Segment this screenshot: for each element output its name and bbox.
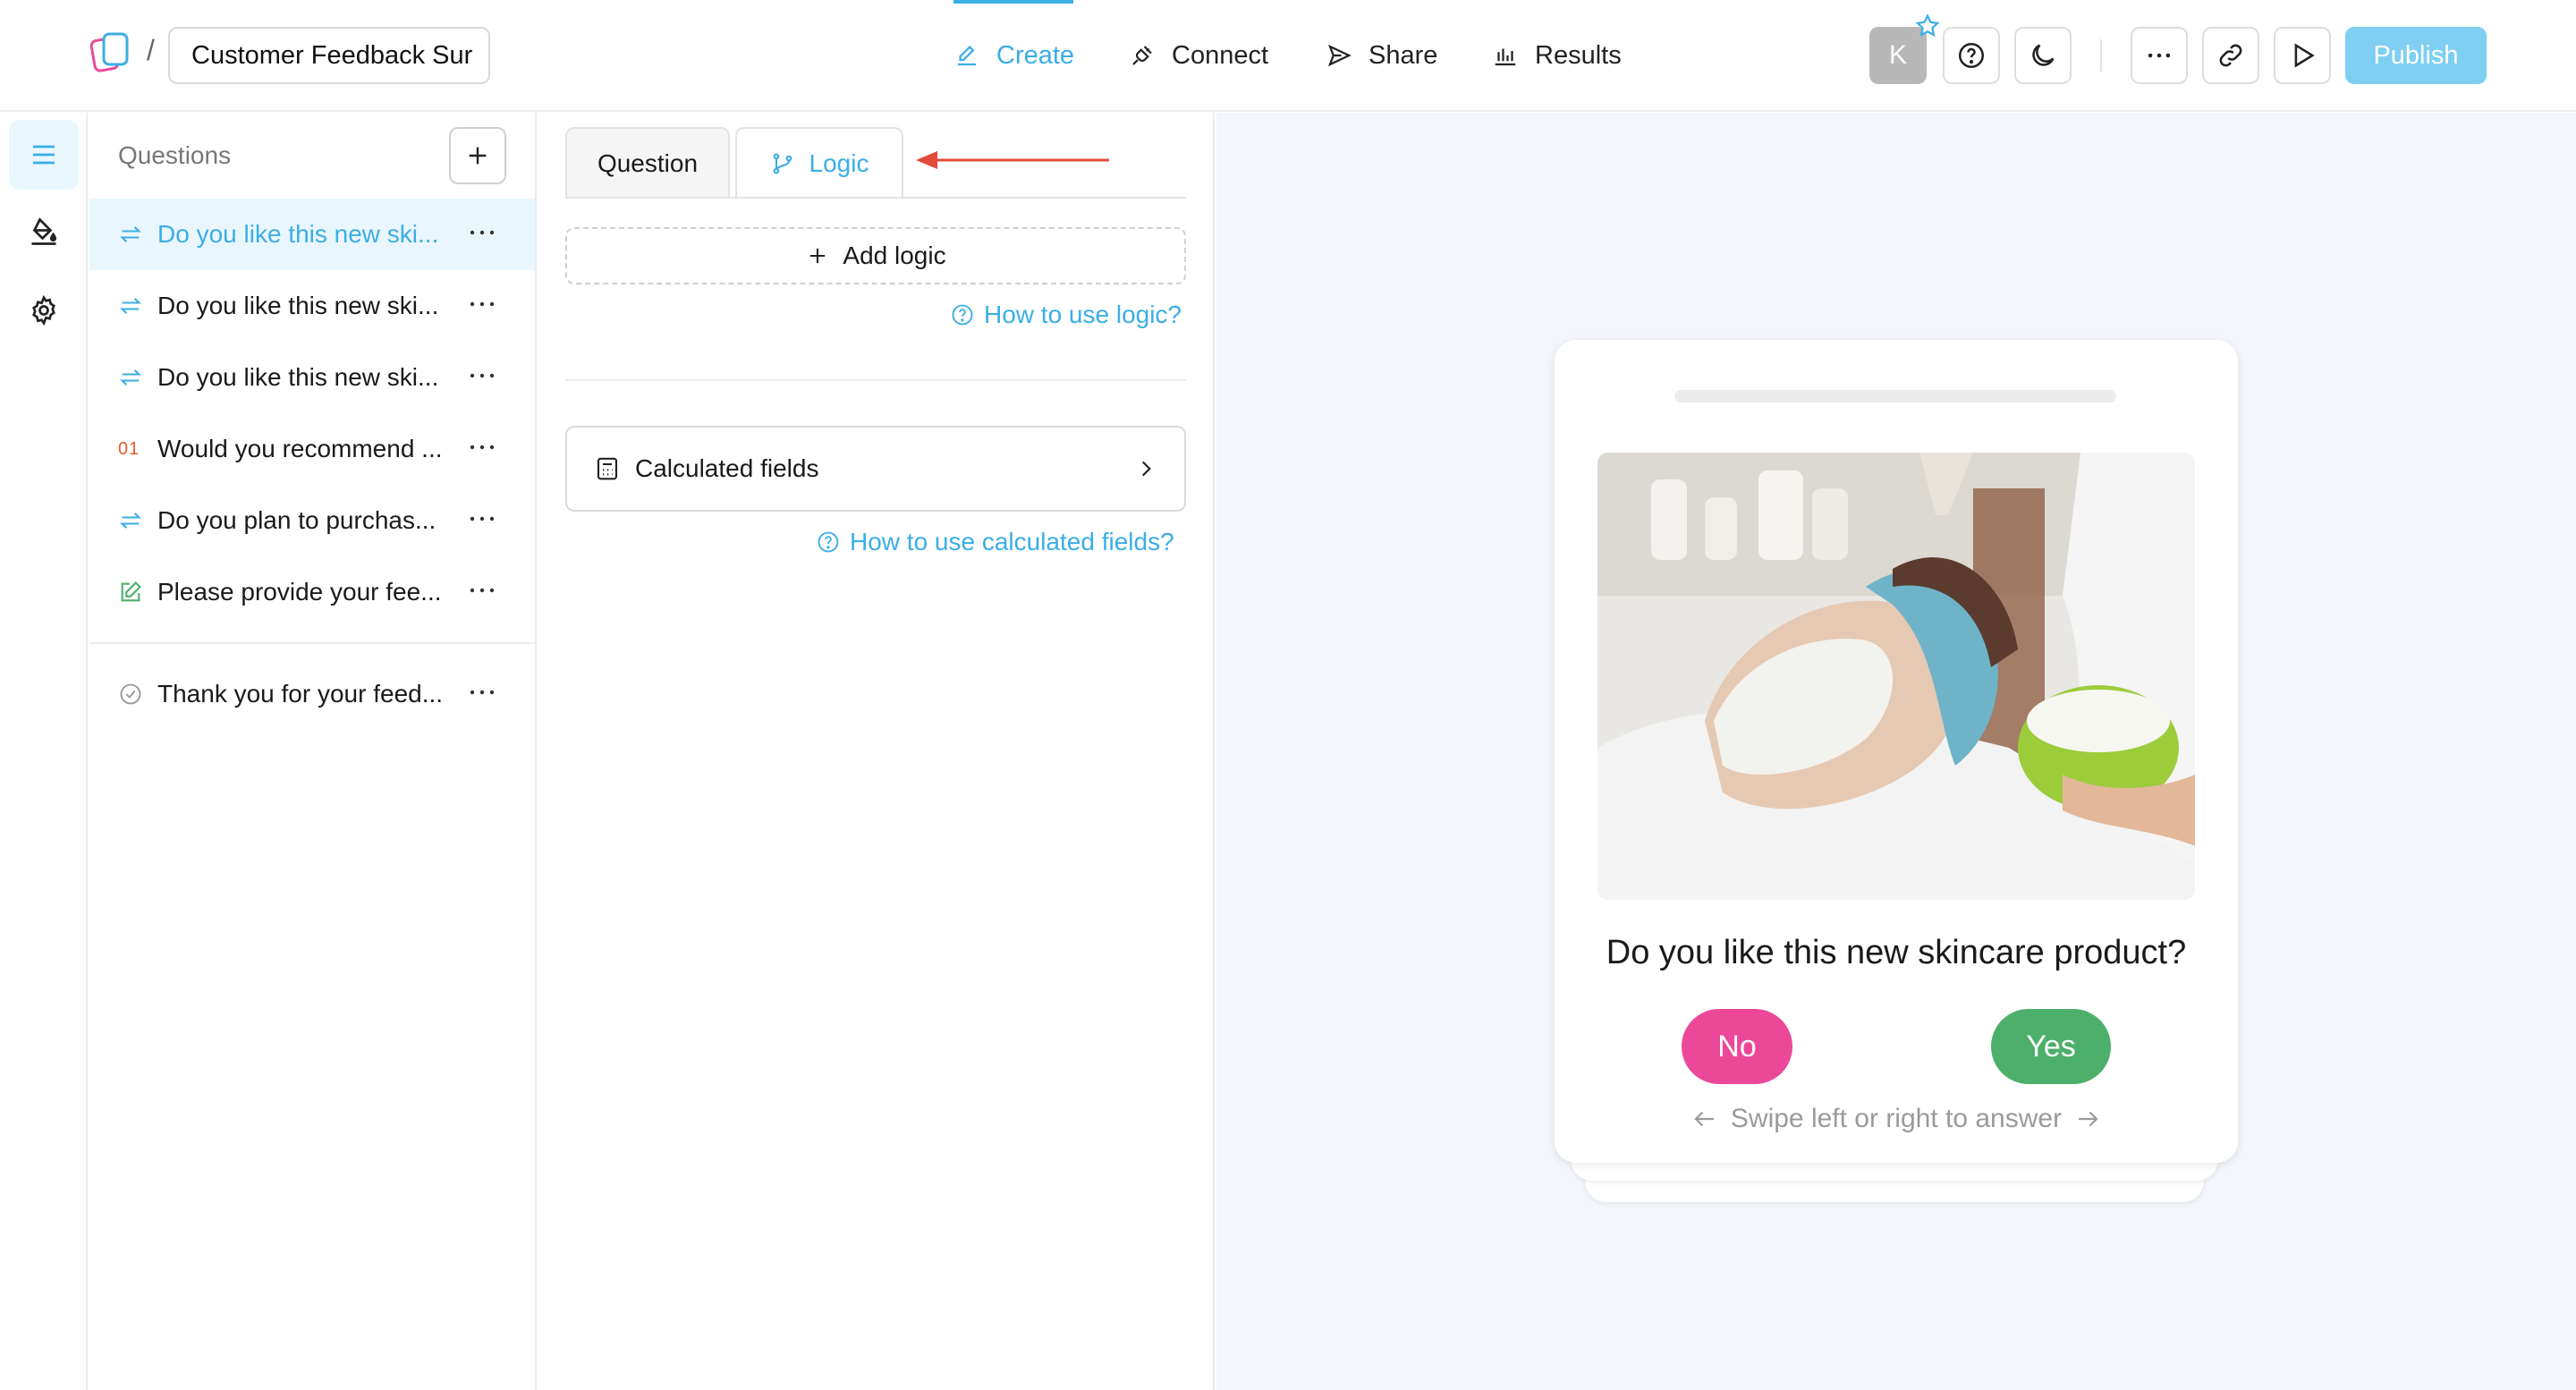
tab-share[interactable]: Share xyxy=(1326,23,1437,88)
questions-divider xyxy=(89,642,537,644)
tab-share-label: Share xyxy=(1368,40,1438,70)
plus-icon xyxy=(469,147,487,165)
question-item-label: Do you like this new ski... xyxy=(157,363,439,391)
plus-icon xyxy=(810,248,826,264)
plug-icon xyxy=(1132,46,1152,65)
menu-icon xyxy=(33,145,55,165)
tab-logic[interactable]: Logic xyxy=(735,127,903,199)
app-logo-icon[interactable] xyxy=(88,30,134,77)
calculated-fields-button[interactable]: Calculated fields xyxy=(565,426,1186,512)
question-circle-icon xyxy=(952,304,973,326)
more-horizontal-icon xyxy=(2148,53,2171,58)
tab-create-label: Create xyxy=(996,40,1075,70)
number-icon: 01 xyxy=(118,438,140,459)
tab-create[interactable]: Create xyxy=(953,23,1074,88)
question-item-label: Do you like this new ski... xyxy=(157,220,439,248)
toolbar-divider xyxy=(2100,39,2102,72)
calculator-icon xyxy=(597,457,618,480)
moon-icon xyxy=(2032,44,2055,66)
swipe-hint-label: Swipe left or right to answer xyxy=(1730,1104,2063,1133)
preview-play-button[interactable] xyxy=(2274,27,2331,84)
question-circle-icon xyxy=(1958,42,1985,69)
preview-question-text: Do you like this new skincare product? xyxy=(1606,934,2187,971)
bar-chart-icon xyxy=(1495,48,1516,66)
rail-questions-button[interactable] xyxy=(9,120,79,190)
create-tab-indicator xyxy=(953,0,1073,4)
progress-bar xyxy=(1674,390,2116,403)
question-circle-icon xyxy=(818,531,839,553)
ending-item[interactable]: Thank you for your feed... xyxy=(89,658,535,730)
survey-title-input[interactable]: Customer Feedback Sur xyxy=(168,27,490,84)
paint-bucket-icon xyxy=(31,217,57,245)
check-circle-icon xyxy=(120,683,141,705)
tab-connect-label: Connect xyxy=(1172,40,1269,70)
question-image xyxy=(1597,453,2195,900)
gear-icon xyxy=(32,294,55,326)
calculated-fields-label: Calculated fields xyxy=(635,454,819,482)
arrow-left-icon xyxy=(1694,1111,1714,1127)
pencil-icon xyxy=(958,46,976,66)
question-item[interactable]: 01 Would you recommend ... xyxy=(89,413,535,485)
branch-icon xyxy=(773,153,792,174)
section-divider xyxy=(565,379,1186,381)
annotation-arrow-icon xyxy=(916,151,1109,169)
more-horizontal-icon[interactable] xyxy=(467,580,497,601)
add-logic-label: Add logic xyxy=(843,242,946,269)
help-logic-label: How to use logic? xyxy=(984,301,1182,328)
question-item[interactable]: Do you like this new ski... xyxy=(89,270,535,342)
question-item[interactable]: Do you plan to purchas... xyxy=(89,485,535,556)
chevron-right-icon xyxy=(1141,461,1151,477)
add-logic-button[interactable]: Add logic xyxy=(565,227,1186,284)
swap-icon xyxy=(120,369,141,386)
questions-heading: Questions xyxy=(118,141,232,169)
answer-yes-button[interactable]: Yes xyxy=(1991,1009,2111,1084)
edit-icon xyxy=(121,581,141,602)
star-icon xyxy=(1915,13,1940,37)
publish-button[interactable]: Publish xyxy=(2345,27,2487,84)
question-item[interactable]: Do you like this new ski... xyxy=(89,199,535,270)
question-item[interactable]: Do you like this new ski... xyxy=(89,342,535,413)
answer-no-button[interactable]: No xyxy=(1682,1009,1792,1084)
breadcrumb-separator: / xyxy=(147,34,155,66)
more-horizontal-icon[interactable] xyxy=(467,222,497,243)
help-button[interactable] xyxy=(1943,27,2000,84)
swap-icon xyxy=(120,226,141,242)
dark-mode-button[interactable] xyxy=(2014,27,2072,84)
more-options-button[interactable] xyxy=(2131,27,2188,84)
question-item-label: Please provide your fee... xyxy=(157,578,442,606)
tab-logic-label: Logic xyxy=(809,149,869,177)
link-icon xyxy=(2219,44,2242,67)
app-window: / Customer Feedback Sur Create Connect S… xyxy=(0,0,2576,1390)
send-icon xyxy=(1327,44,1352,67)
more-horizontal-icon[interactable] xyxy=(467,293,497,315)
help-calculated-fields-label: How to use calculated fields? xyxy=(850,528,1174,555)
swap-icon xyxy=(120,513,141,529)
question-item-label: Would you recommend ... xyxy=(157,435,443,462)
more-horizontal-icon[interactable] xyxy=(467,508,497,530)
swipe-hint: Swipe left or right to answer xyxy=(1555,1104,2238,1134)
tab-question[interactable]: Question xyxy=(565,127,730,199)
swap-icon xyxy=(120,298,141,314)
question-item-label: Do you plan to purchas... xyxy=(157,506,436,534)
more-horizontal-icon[interactable] xyxy=(467,365,497,386)
rail-settings-button[interactable] xyxy=(9,275,79,345)
question-item[interactable]: Please provide your fee... xyxy=(89,556,535,628)
copy-link-button[interactable] xyxy=(2202,27,2259,84)
add-question-button[interactable] xyxy=(449,127,506,184)
tab-connect[interactable]: Connect xyxy=(1129,23,1268,88)
tab-underline xyxy=(565,197,1186,199)
arrow-right-icon xyxy=(2079,1111,2098,1127)
tab-results-label: Results xyxy=(1535,40,1622,70)
more-horizontal-icon[interactable] xyxy=(467,682,497,703)
tab-results[interactable]: Results xyxy=(1492,23,1622,88)
rail-theme-button[interactable] xyxy=(9,197,79,267)
question-item-label: Do you like this new ski... xyxy=(157,292,439,319)
play-icon xyxy=(2294,43,2315,68)
more-horizontal-icon[interactable] xyxy=(467,436,497,458)
ending-item-label: Thank you for your feed... xyxy=(157,680,444,708)
